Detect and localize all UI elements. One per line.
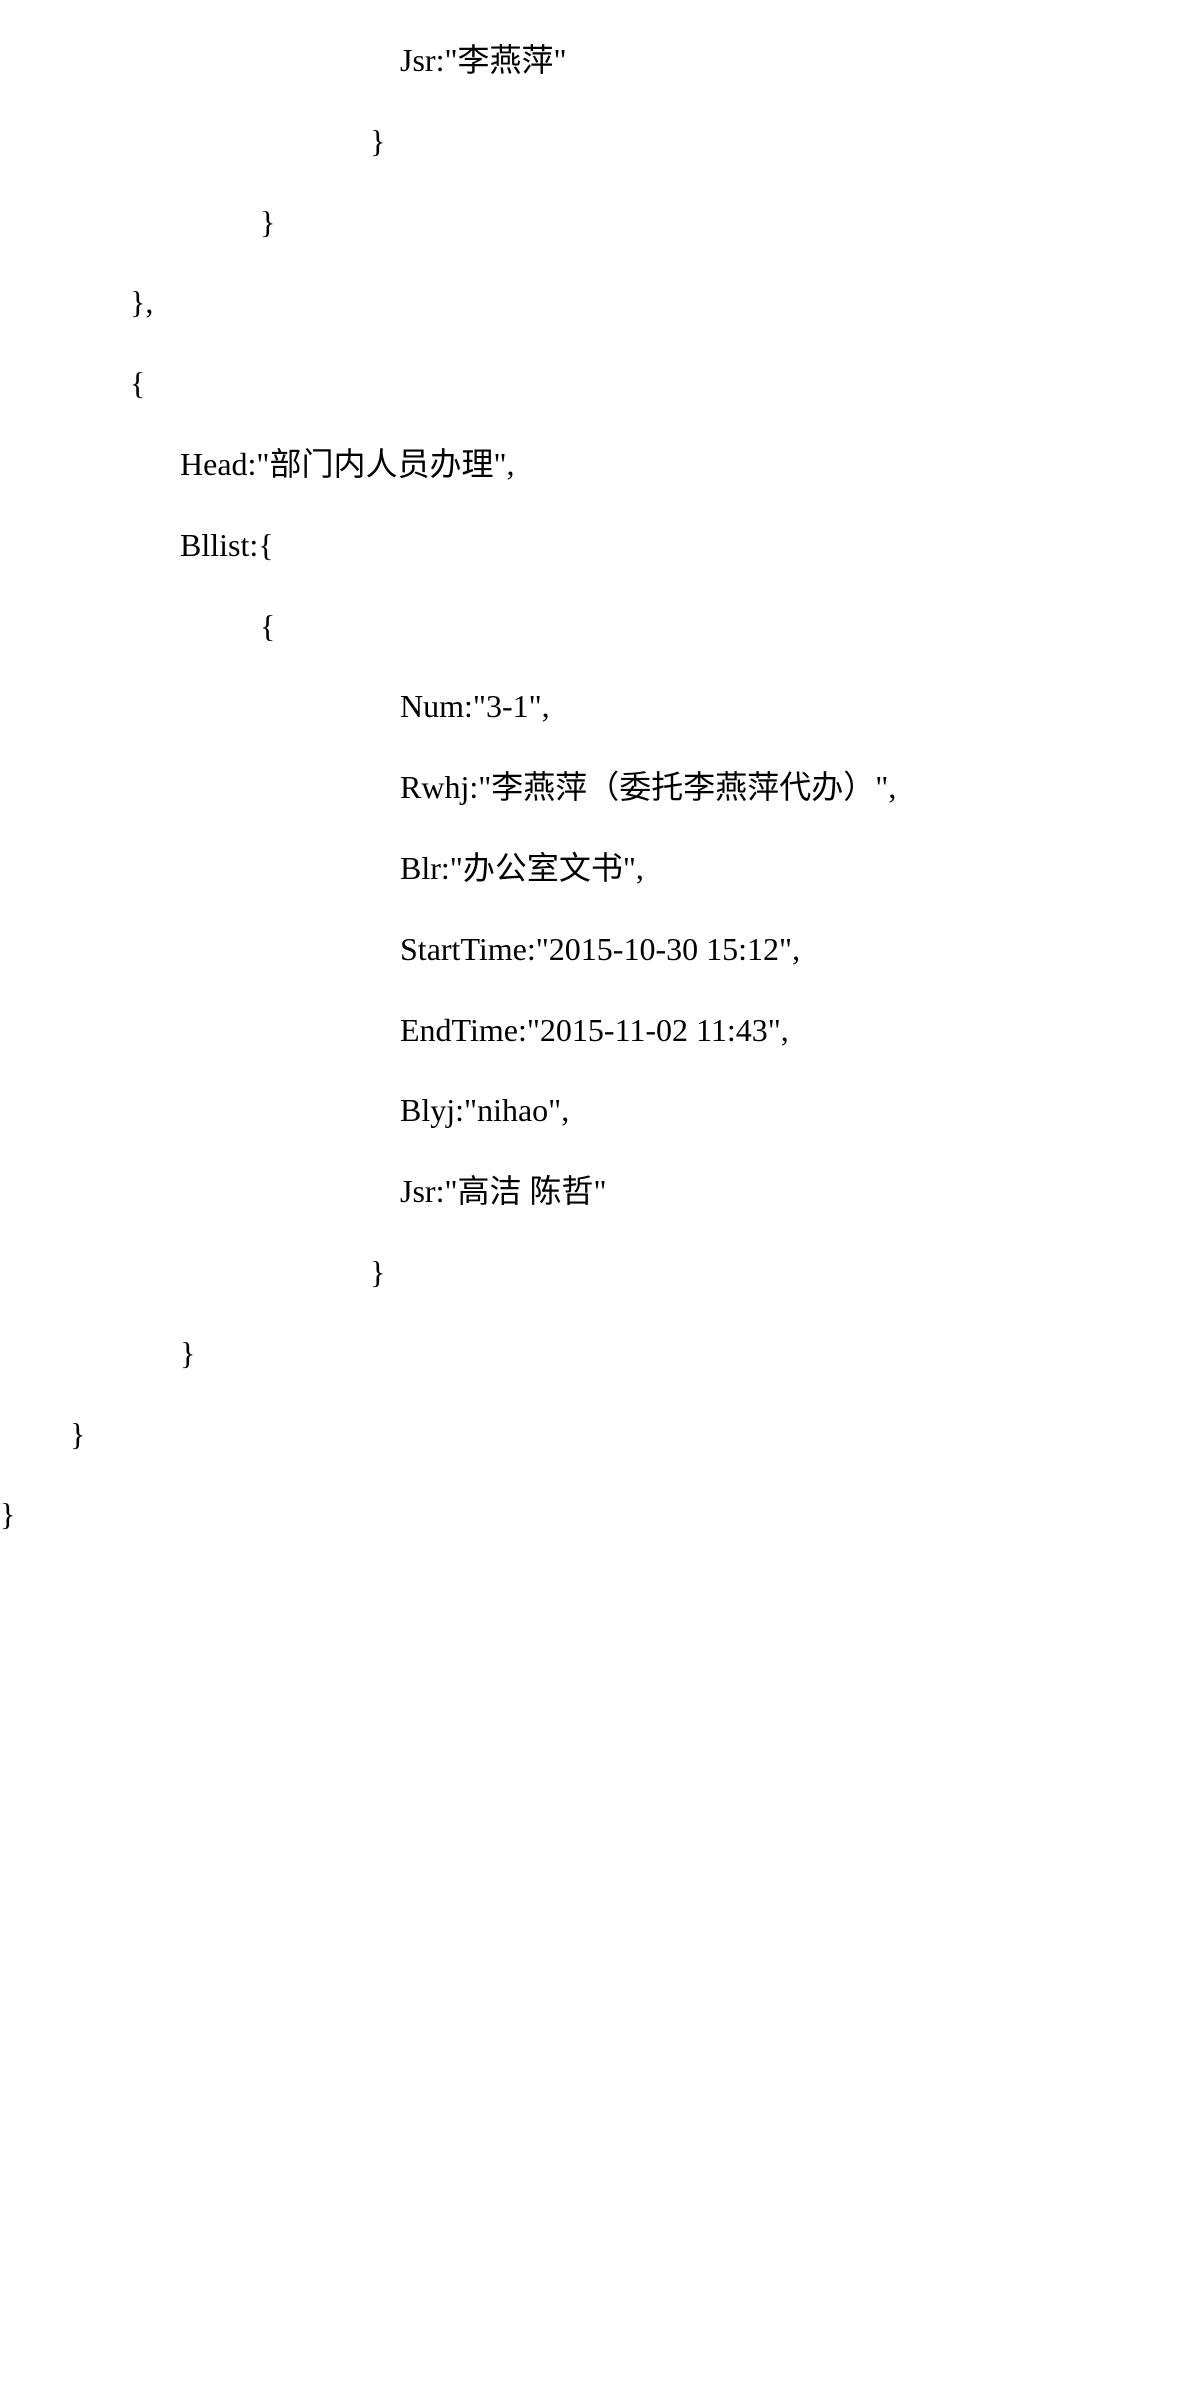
code-line: Blyj:"nihao",: [0, 1070, 1189, 1151]
code-line: Jsr:"李燕萍": [0, 20, 1189, 101]
code-line: Rwhj:"李燕萍（委托李燕萍代办）",: [0, 747, 1189, 828]
code-line: }: [0, 1232, 1189, 1313]
code-line: EndTime:"2015-11-02 11:43",: [0, 990, 1189, 1071]
code-line: Jsr:"高洁 陈哲": [0, 1151, 1189, 1232]
code-line: }: [0, 1394, 1189, 1475]
code-line: }: [0, 1313, 1189, 1394]
code-line: },: [0, 262, 1189, 343]
code-line: Head:"部门内人员办理",: [0, 424, 1189, 505]
code-line: {: [0, 586, 1189, 667]
code-line: Bllist:{: [0, 505, 1189, 586]
code-line: }: [0, 1474, 1189, 1555]
code-listing: Jsr:"李燕萍" } } }, { Head:"部门内人员办理", Bllis…: [0, 0, 1189, 1595]
code-line: Num:"3-1",: [0, 666, 1189, 747]
code-line: StartTime:"2015-10-30 15:12",: [0, 909, 1189, 990]
code-line: Blr:"办公室文书",: [0, 828, 1189, 909]
code-line: }: [0, 182, 1189, 263]
code-line: }: [0, 101, 1189, 182]
code-line: {: [0, 343, 1189, 424]
